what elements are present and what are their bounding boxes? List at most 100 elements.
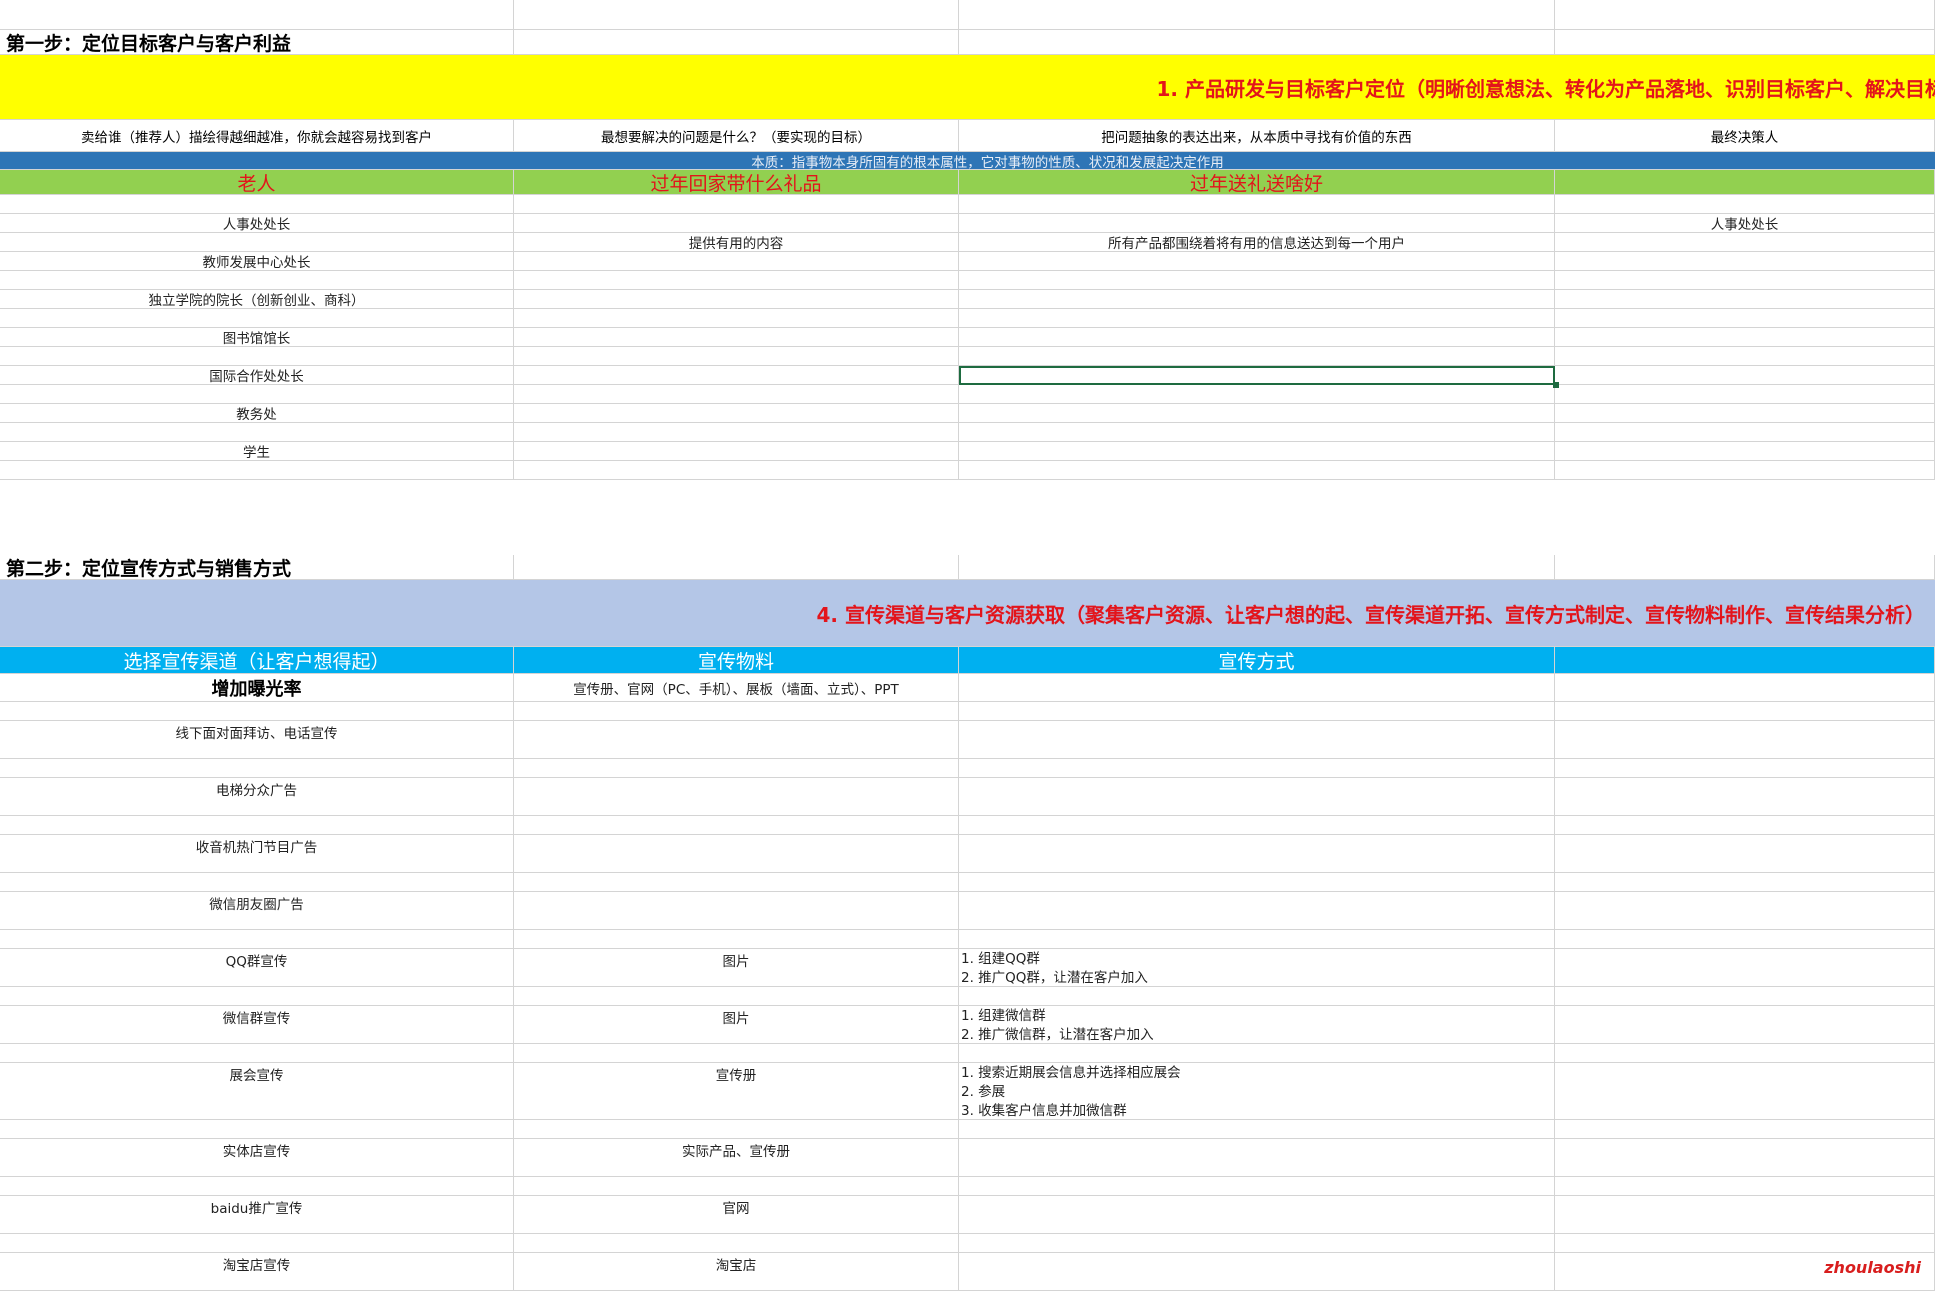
cell[interactable] [514,404,959,423]
channel-name-cell[interactable]: 实体店宣传 [0,1139,514,1177]
channel-material-cell[interactable]: 宣传册 [514,1063,959,1120]
step1-banner[interactable]: 1. 产品研发与目标客户定位（明晰创意想法、转化为产品落地、识别目标客户、解决目… [0,55,1935,120]
cell[interactable] [959,442,1555,461]
channel-material-cell[interactable]: 图片 [514,1006,959,1044]
cell[interactable] [514,442,959,461]
cell[interactable] [1555,461,1935,480]
cell[interactable] [959,987,1555,1006]
channel-name-cell[interactable]: 微信群宣传 [0,1006,514,1044]
channel-method-cell[interactable] [959,1196,1555,1234]
target-customer-cell[interactable]: 学生 [0,442,514,461]
cell[interactable] [0,309,514,328]
header-abstract[interactable]: 把问题抽象的表达出来，从本质中寻找有价值的东西 [959,120,1555,152]
cell[interactable] [1555,1139,1935,1177]
header-method[interactable]: 宣传方式 [959,647,1555,674]
cell[interactable] [514,290,959,309]
cell[interactable] [1555,271,1935,290]
cell[interactable] [959,290,1555,309]
channel-name-cell[interactable]: 线下面对面拜访、电话宣传 [0,721,514,759]
cell[interactable] [1555,347,1935,366]
cell[interactable] [1555,873,1935,892]
header-decision-maker[interactable]: 最终决策人 [1555,120,1935,152]
cell[interactable] [514,328,959,347]
cell[interactable] [959,328,1555,347]
channel-method-cell[interactable] [959,835,1555,873]
cell[interactable] [1555,385,1935,404]
target-customer-cell[interactable]: 教务处 [0,404,514,423]
channel-method-cell[interactable] [959,1253,1555,1291]
cell[interactable] [514,1120,959,1139]
channel-material-cell[interactable]: 图片 [514,949,959,987]
cell[interactable] [0,759,514,778]
cell[interactable] [514,347,959,366]
cell[interactable] [1555,366,1935,385]
cell[interactable] [0,461,514,480]
cell[interactable] [959,252,1555,271]
channel-material-cell[interactable]: 官网 [514,1196,959,1234]
cell[interactable] [959,214,1555,233]
decision-maker-cell[interactable]: 人事处处长 [1555,214,1935,233]
cell[interactable] [959,347,1555,366]
cell[interactable] [1555,1120,1935,1139]
channel-method-cell[interactable]: 1. 组建QQ群 2. 推广QQ群，让潜在客户加入 [959,949,1555,987]
cell[interactable] [1555,30,1935,55]
cell[interactable] [1555,1044,1935,1063]
cell[interactable] [1555,987,1935,1006]
cell[interactable] [1555,1196,1935,1234]
target-customer-cell[interactable]: 独立学院的院长（创新创业、商科） [0,290,514,309]
cell[interactable] [514,195,959,214]
step1-title[interactable]: 第一步：定位目标客户与客户利益 [0,30,514,55]
header-target-customer[interactable]: 卖给谁（推荐人）描绘得越细越准，你就会越容易找到客户 [0,120,514,152]
cell[interactable] [1555,930,1935,949]
step2-banner[interactable]: 4. 宣传渠道与客户资源获取（聚集客户资源、让客户想的起、宣传渠道开拓、宣传方式… [0,580,1935,647]
cell[interactable] [959,271,1555,290]
problem-cell[interactable]: 提供有用的内容 [514,233,959,252]
header-channel[interactable]: 选择宣传渠道（让客户想得起） [0,647,514,674]
cell[interactable] [514,987,959,1006]
channel-name-cell[interactable]: 收音机热门节目广告 [0,835,514,873]
cell[interactable] [514,461,959,480]
cell[interactable] [1555,404,1935,423]
cell[interactable] [0,816,514,835]
header-problem[interactable]: 最想要解决的问题是什么？（要实现的目标） [514,120,959,152]
cell[interactable] [1555,647,1935,674]
cell[interactable] [1555,674,1935,702]
cell[interactable] [514,1044,959,1063]
materials-all-cell[interactable]: 宣传册、官网（PC、手机）、展板（墙面、立式）、PPT [514,674,959,702]
cell[interactable] [959,816,1555,835]
cell[interactable] [1555,442,1935,461]
cell[interactable] [514,702,959,721]
cell[interactable] [0,385,514,404]
cell[interactable] [1555,233,1935,252]
green-label-gift[interactable]: 过年回家带什么礼品 [514,170,959,195]
channel-method-cell[interactable] [959,778,1555,816]
target-customer-cell[interactable]: 教师发展中心处长 [0,252,514,271]
definition-text[interactable]: 本质：指事物本身所固有的根本属性，它对事物的性质、状况和发展起决定作用 [0,152,1935,171]
target-customer-cell[interactable]: 图书馆馆长 [0,328,514,347]
cell[interactable] [514,759,959,778]
cell[interactable] [514,252,959,271]
cell[interactable] [514,1234,959,1253]
cell[interactable] [959,1120,1555,1139]
channel-method-cell[interactable] [959,1139,1555,1177]
cell[interactable] [1555,252,1935,271]
cell[interactable] [514,309,959,328]
cell[interactable] [0,702,514,721]
target-customer-cell[interactable]: 国际合作处处长 [0,366,514,385]
exposure-label[interactable]: 增加曝光率 [0,674,514,702]
cell[interactable] [514,873,959,892]
cell[interactable] [0,1120,514,1139]
channel-name-cell[interactable]: 电梯分众广告 [0,778,514,816]
cell[interactable] [959,759,1555,778]
cell[interactable] [959,930,1555,949]
step2-title[interactable]: 第二步：定位宣传方式与销售方式 [0,555,514,580]
cell[interactable] [1555,721,1935,759]
cell[interactable] [0,0,514,30]
cell[interactable] [1555,1006,1935,1044]
fill-handle[interactable] [1553,382,1559,388]
cell[interactable] [959,195,1555,214]
cell[interactable] [959,309,1555,328]
cell[interactable] [1555,1234,1935,1253]
channel-material-cell[interactable] [514,721,959,759]
header-materials[interactable]: 宣传物料 [514,647,959,674]
